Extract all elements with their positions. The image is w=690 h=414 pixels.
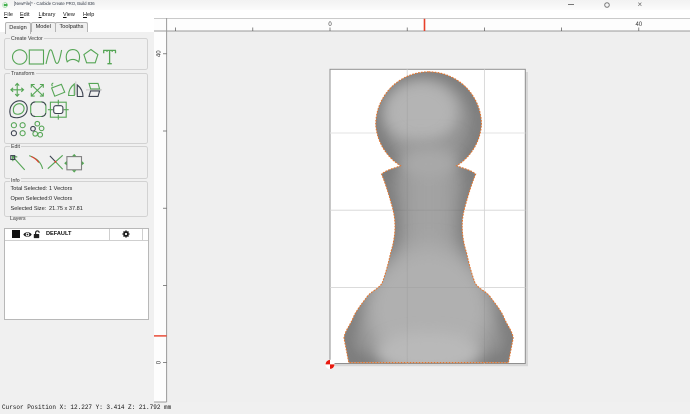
svg-text:40: 40 bbox=[635, 22, 642, 28]
svg-text:40: 40 bbox=[157, 50, 163, 57]
